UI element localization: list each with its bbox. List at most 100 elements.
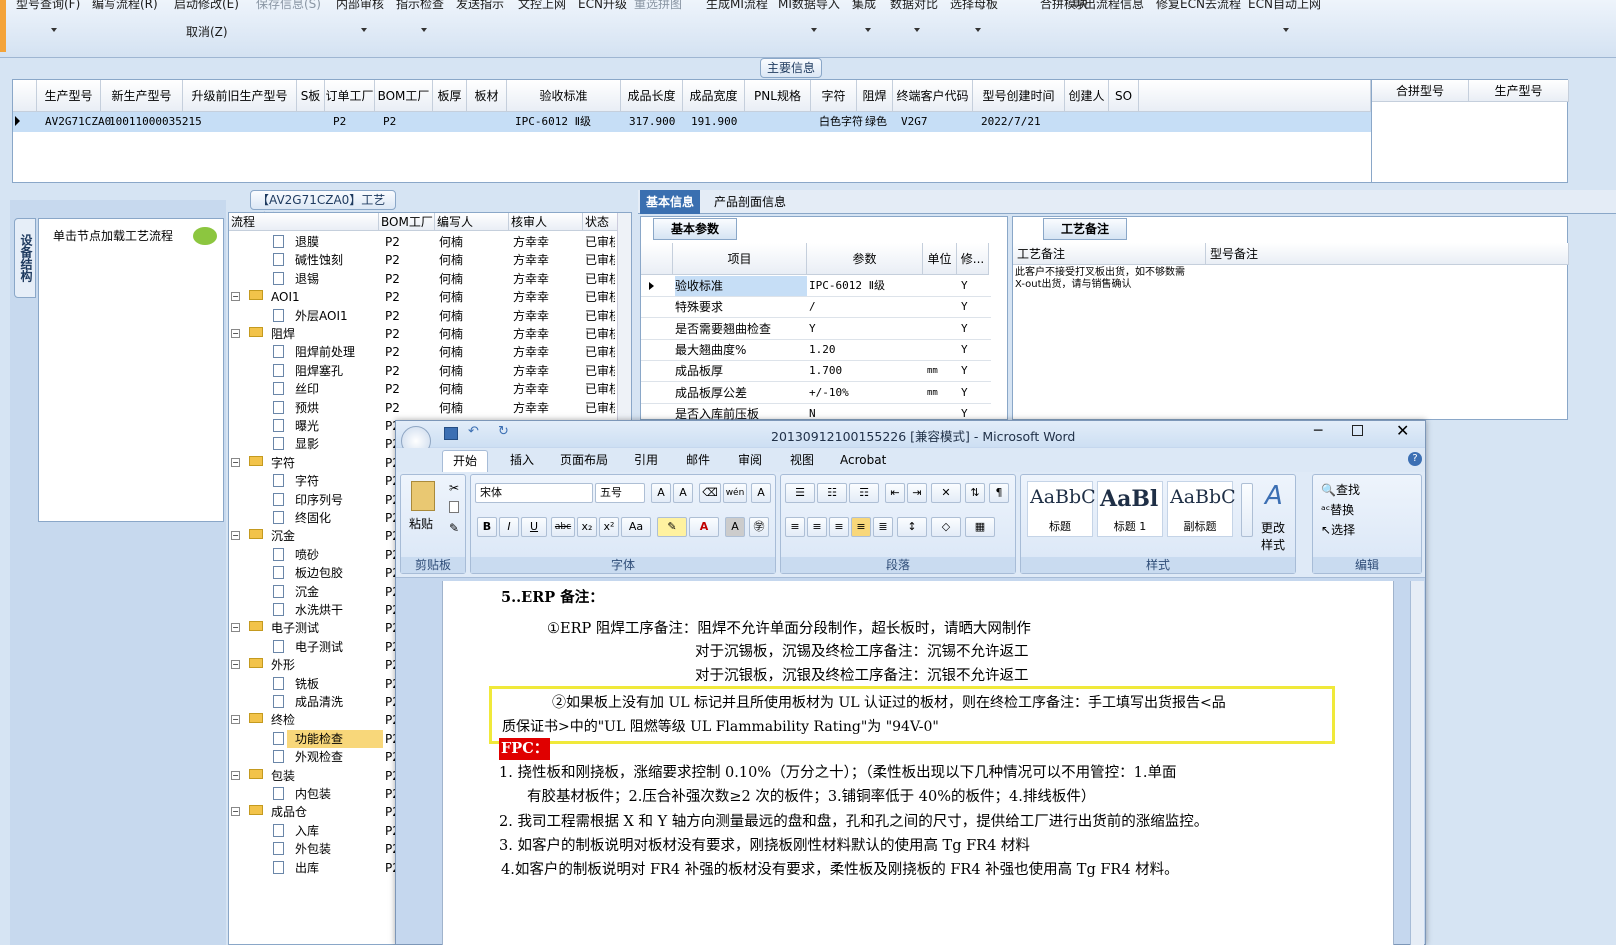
toolbar-button[interactable]: 启动修改(E) [174,0,239,12]
borders-button[interactable]: ▦ [965,517,995,537]
redo-icon[interactable]: ↻ [498,424,509,439]
tree-row[interactable]: 阻焊塞孔 P2 何楠 方幸幸 已审核 [229,362,619,380]
close-icon[interactable]: ✕ [1396,421,1409,440]
param-value[interactable]: IPC-6012 Ⅱ级 [809,276,923,296]
align-left-button[interactable]: ≡ [785,517,805,537]
grid-cell[interactable]: 317.900 [629,112,675,132]
grid-cell[interactable]: AV2G71CZA0 [45,112,111,132]
column-header[interactable]: 生产型号 [37,80,101,112]
strikethrough-button[interactable]: abc [551,517,575,537]
dropdown-caret-icon[interactable] [51,28,57,32]
bold-button[interactable]: B [477,517,497,537]
doc-item-2[interactable]: 2. 我司工程需根据 X 和 Y 轴方向测量最远的盘和盘，孔和孔之间的尺寸，提供… [499,811,1208,833]
model-note-header[interactable]: 型号备注 [1206,243,1569,265]
tree-row[interactable]: 外层AOI1 P2 何楠 方幸幸 已审核 [229,307,619,325]
ribbon-tab[interactable]: Acrobat [830,450,896,472]
erp-heading[interactable]: 5..ERP 备注： [501,587,604,609]
tree-row[interactable]: 退锡 P2 何楠 方幸幸 已审核 [229,270,619,288]
param-value[interactable]: +/-10% [809,383,923,403]
dropdown-caret-icon[interactable] [1283,28,1289,32]
merge-model-header[interactable]: 合拼型号 [1372,80,1469,102]
doc-line-silver[interactable]: 对于沉银板，沉银及终检工序备注：沉银不允许返工 [695,665,1029,687]
subscript-button[interactable]: x₂ [577,517,597,537]
toolbar-button[interactable]: 型号查询(F) [16,0,80,12]
toolbar-button[interactable]: 编写流程(R) [92,0,158,12]
toolbar-button[interactable]: MI数据导入 [778,0,840,12]
column-header[interactable]: 创建人 [1065,80,1109,112]
character-shading-button[interactable]: A [725,517,745,537]
param-row[interactable]: 成品板厚公差 +/-10% mm Y [641,383,991,404]
ribbon-tab[interactable]: 审阅 [728,450,772,472]
param-row[interactable]: 是否需要翘曲检查 Y Y [641,319,991,340]
bullets-button[interactable]: ☰ [785,483,815,503]
sort-button[interactable]: ⇅ [965,483,985,503]
grow-font-icon[interactable]: A [651,483,671,503]
enclose-character-button[interactable]: ㊫ [749,517,769,537]
param-column-header[interactable]: 修... [957,243,989,275]
toolbar-button[interactable]: 数据对比 [890,0,938,12]
undo-icon[interactable]: ↶ [468,424,479,439]
ribbon-tab[interactable]: 邮件 [676,450,720,472]
grid-cell[interactable]: IPC-6012 Ⅱ级 [515,112,591,132]
tree-row[interactable]: − AOI1 P2 何楠 方幸幸 已审核 [229,288,619,306]
align-right-button[interactable]: ≡ [829,517,849,537]
copy-icon[interactable] [449,501,459,513]
grid-cell[interactable]: P2 [383,112,396,132]
tree-column-header[interactable]: BOM工厂 [379,213,435,231]
column-header[interactable]: 板材 [467,80,507,112]
column-header[interactable]: BOM工厂 [375,80,433,112]
clear-format-icon[interactable]: ⌫ [699,483,721,503]
column-header[interactable]: SO [1109,80,1139,112]
style-gallery-item[interactable]: AaBbC 副标题 [1167,481,1236,537]
param-value[interactable]: 1.700 [809,361,923,381]
tree-column-header[interactable]: 核审人 [509,213,583,231]
justify-button[interactable]: ≡ [851,517,871,537]
param-row[interactable]: 最大翘曲度% 1.20 Y [641,340,991,361]
param-value[interactable]: 1.20 [809,340,923,360]
column-header[interactable]: 阻焊 [857,80,893,112]
chinese-layout-button[interactable]: ✕ [931,483,961,503]
grid-cell[interactable]: 白色字符 [819,112,863,132]
maximize-icon[interactable] [1352,425,1363,436]
toolbar-button[interactable]: 修复ECN去流程 [1156,0,1241,12]
ribbon-tab[interactable]: 视图 [780,450,824,472]
ribbon-tab[interactable]: 开始 [442,450,489,472]
doc-line-ul-1[interactable]: ②如果板上没有加 UL 标记并且所使用板材为 UL 认证过的板材，则在终检工序备… [552,692,1226,714]
tree-column-header[interactable]: 编写人 [435,213,509,231]
column-header[interactable]: PNL规格 [745,80,811,112]
minimize-icon[interactable]: ─ [1314,423,1322,439]
grid-cell[interactable]: 10011000035215 [109,112,202,132]
toolbar-button[interactable]: 内部审核 [336,0,384,12]
basic-params-tab[interactable]: 基本参数 [653,218,737,240]
ribbon-tab[interactable]: 引用 [624,450,668,472]
character-border-icon[interactable]: A [751,483,771,503]
collapse-icon[interactable]: − [231,329,240,338]
device-structure-tab[interactable]: 设备结构 [14,218,36,298]
font-name-select[interactable]: 宋体 [475,483,593,503]
underline-button[interactable]: U [521,517,547,537]
doc-line-tin[interactable]: 对于沉锡板，沉锡及终检工序备注：沉锡不允许返工 [695,641,1029,663]
column-header[interactable]: 终端客户代码 [893,80,973,112]
collapse-icon[interactable]: − [231,531,240,541]
phonetic-guide-icon[interactable]: wén [723,483,747,503]
dropdown-caret-icon[interactable] [975,28,981,32]
collapse-icon[interactable]: − [231,715,240,725]
ribbon-tab[interactable]: 插入 [500,450,544,472]
load-process-hint[interactable]: 单击节点加载工艺流程 [53,227,173,244]
grid-cell[interactable]: 2022/7/21 [981,112,1041,132]
cut-icon[interactable]: ✂ [449,481,459,495]
toolbar-button[interactable]: 指示检查 [396,0,444,12]
decrease-indent-button[interactable]: ⇤ [885,483,905,503]
change-case-button[interactable]: Aa [621,517,651,537]
process-note-header[interactable]: 工艺备注 [1013,243,1206,265]
paste-button[interactable]: 粘贴 [409,515,433,532]
tab-section-info[interactable]: 产品剖面信息 [708,190,792,214]
grid-cell[interactable]: 191.900 [691,112,737,132]
tree-row[interactable]: 丝印 P2 何楠 方幸幸 已审核 [229,380,619,398]
ribbon-tab[interactable]: 页面布局 [550,450,618,472]
collapse-icon[interactable]: − [231,770,240,780]
dropdown-caret-icon[interactable] [811,28,817,32]
param-row[interactable]: 成品板厚 1.700 mm Y [641,361,991,383]
increase-indent-button[interactable]: ⇥ [907,483,927,503]
paste-icon[interactable] [411,481,435,511]
